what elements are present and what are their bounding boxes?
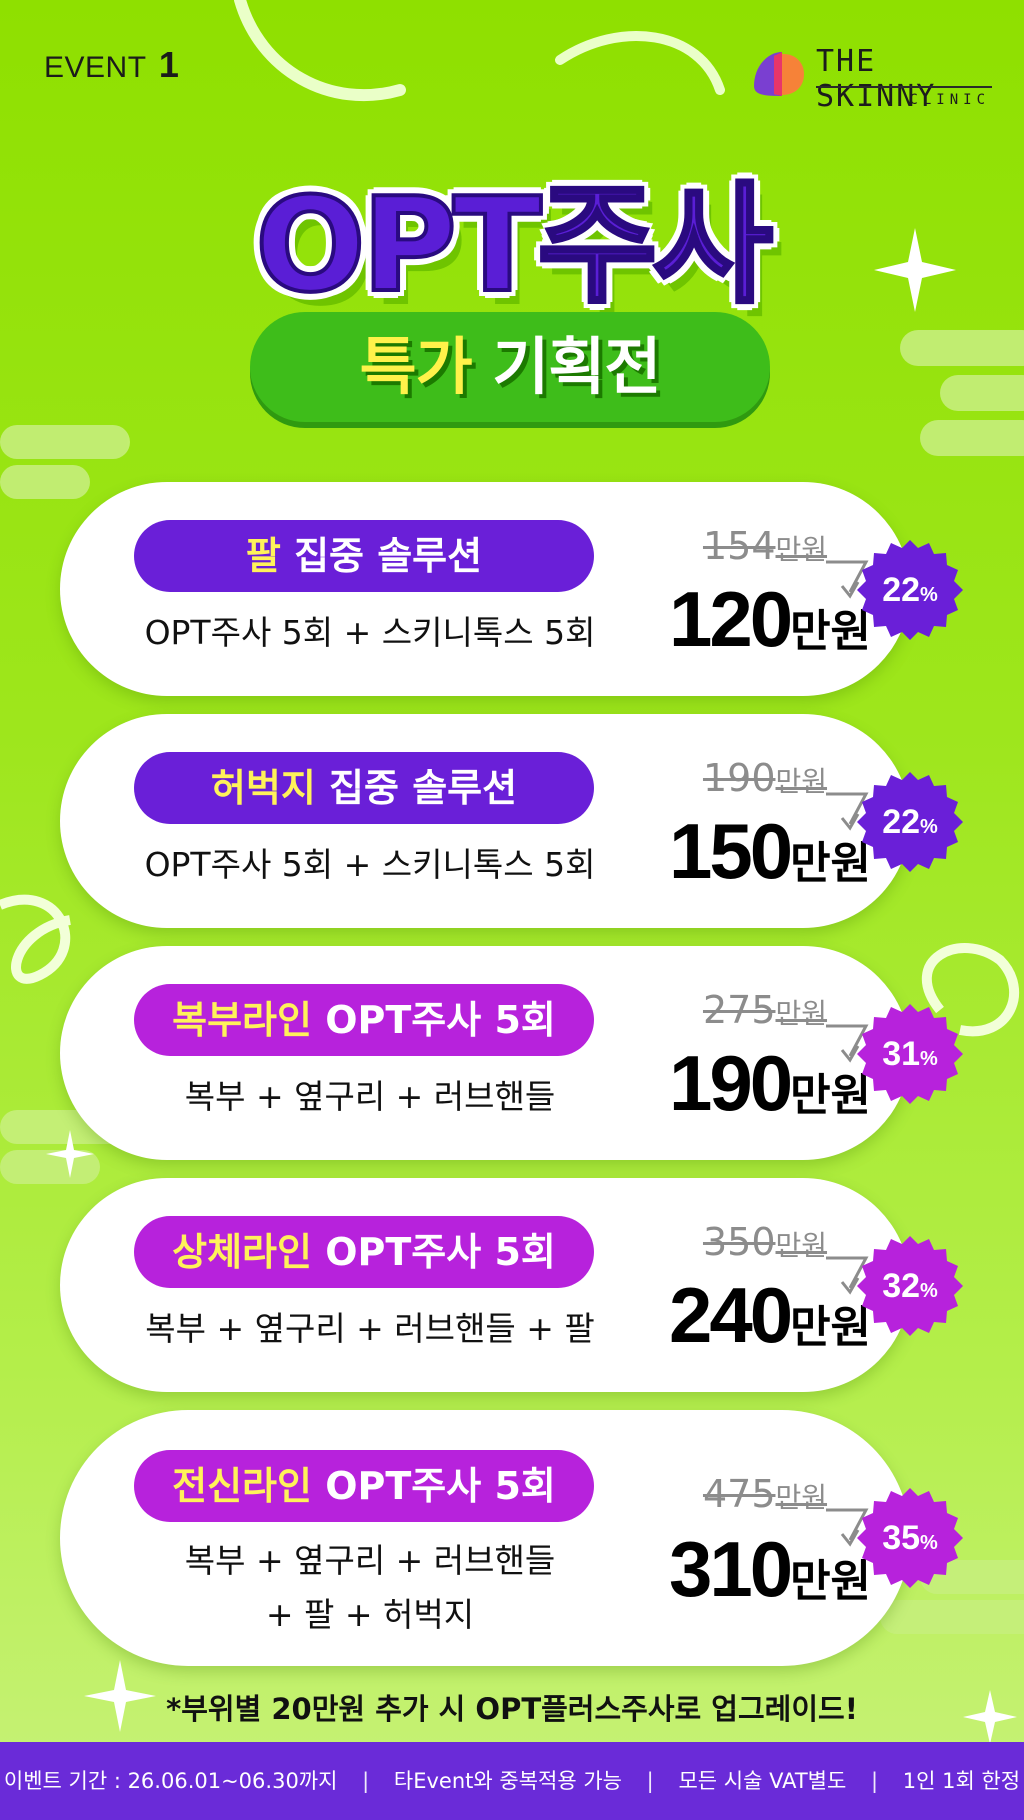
product-description-line: 복부 + 옆구리 + 러브핸들 + 팔: [145, 1309, 595, 1348]
product-description-line: OPT주사 5회 + 스키니톡스 5회: [144, 613, 596, 652]
discount-badge: 32%: [854, 1230, 966, 1342]
discount-unit: %: [920, 584, 938, 606]
product-description-line: OPT주사 5회 + 스키니톡스 5회: [144, 845, 596, 884]
product-description-line: 복부 + 옆구리 + 러브핸들: [184, 1077, 556, 1116]
footer-separator: |: [870, 1769, 879, 1793]
discount-badge: 22%: [854, 534, 966, 646]
discount-percent: 22%: [854, 766, 966, 878]
product-tag-rest: OPT주사 5회: [311, 1230, 556, 1274]
product-tag: 팔 집중 솔루션: [134, 520, 594, 592]
event-text: EVENT: [44, 51, 146, 84]
clinic-logo-icon: [754, 52, 804, 96]
product-description: 복부 + 옆구리 + 러브핸들 + 팔: [110, 1302, 630, 1356]
upgrade-note: *부위별 20만원 추가 시 OPT플러스주사로 업그레이드!: [166, 1692, 858, 1726]
product-tag: 허벅지 집중 솔루션: [134, 752, 594, 824]
product-tag-rest: OPT주사 5회: [311, 998, 556, 1042]
discount-unit: %: [920, 816, 938, 838]
discount-number: 22: [882, 571, 921, 609]
discount-percent: 32%: [854, 1230, 966, 1342]
subtitle-pill: 특가 기획전: [250, 312, 770, 422]
event-page: EVENT 1 THE SKINNY CLINIC OPT주사 특가 기획전 팔…: [0, 0, 1024, 1820]
discount-unit: %: [920, 1280, 938, 1302]
product-card-thigh[interactable]: 허벅지 집중 솔루션 OPT주사 5회 + 스키니톡스 5회 190만원 150…: [60, 714, 910, 928]
discount-percent: 35%: [854, 1482, 966, 1594]
product-tag-rest: 집중 솔루션: [315, 766, 518, 810]
sale-price-number: 150: [668, 807, 793, 895]
discount-unit: %: [920, 1532, 938, 1554]
original-price-number: 154: [702, 524, 776, 568]
product-card-arm[interactable]: 팔 집중 솔루션 OPT주사 5회 + 스키니톡스 5회 154만원 120만원: [60, 482, 910, 696]
event-label: EVENT 1: [44, 44, 179, 86]
product-card-full-body[interactable]: 전신라인 OPT주사 5회 복부 + 옆구리 + 러브핸들 + 팔 + 허벅지 …: [60, 1410, 910, 1666]
footer-duplicate: 타Event와 중복적용 가능: [393, 1769, 622, 1793]
main-title: OPT주사: [253, 167, 775, 323]
clinic-logo: THE SKINNY CLINIC: [748, 40, 998, 114]
product-tag-highlight: 전신라인: [172, 1464, 312, 1508]
sale-price-number: 310: [668, 1525, 793, 1613]
product-description-line: 복부 + 옆구리 + 러브핸들: [184, 1541, 556, 1580]
product-tag: 복부라인 OPT주사 5회: [134, 984, 594, 1056]
discount-badge: 35%: [854, 1482, 966, 1594]
product-tag-rest: OPT주사 5회: [311, 1464, 556, 1508]
product-description: 복부 + 옆구리 + 러브핸들: [110, 1070, 630, 1124]
logo-divider: [816, 86, 992, 88]
footer-bar: 이벤트 기간 : 26.06.01~06.30까지 | 타Event와 중복적용…: [0, 1742, 1024, 1820]
footer-period: 이벤트 기간 : 26.06.01~06.30까지: [3, 1769, 338, 1793]
subtitle-special: 특가: [359, 330, 473, 403]
discount-percent: 22%: [854, 534, 966, 646]
product-tag-highlight: 허벅지: [210, 766, 316, 810]
product-description: 복부 + 옆구리 + 러브핸들 + 팔 + 허벅지: [110, 1534, 630, 1642]
original-price-number: 190: [702, 756, 776, 800]
product-description: OPT주사 5회 + 스키니톡스 5회: [110, 838, 630, 892]
discount-number: 31: [882, 1035, 921, 1073]
product-tag-highlight: 복부라인: [172, 998, 312, 1042]
event-number: 1: [158, 44, 180, 85]
product-tag-highlight: 상체라인: [172, 1230, 312, 1274]
product-description-line: + 팔 + 허벅지: [265, 1595, 475, 1634]
product-tag-highlight: 팔: [245, 534, 281, 578]
discount-number: 22: [882, 803, 921, 841]
discount-number: 35: [882, 1519, 921, 1557]
product-card-abdomen[interactable]: 복부라인 OPT주사 5회 복부 + 옆구리 + 러브핸들 275만원 190만…: [60, 946, 910, 1160]
logo-sub: CLINIC: [909, 92, 990, 108]
discount-unit: %: [920, 1048, 938, 1070]
product-card-upper-body[interactable]: 상체라인 OPT주사 5회 복부 + 옆구리 + 러브핸들 + 팔 350만원 …: [60, 1178, 910, 1392]
product-description: OPT주사 5회 + 스키니톡스 5회: [110, 606, 630, 660]
sale-price-number: 190: [668, 1039, 793, 1127]
footer-vat: 모든 시술 VAT별도: [678, 1769, 847, 1793]
footer-limit: 1인 1회 한정: [902, 1769, 1021, 1793]
original-price-number: 475: [702, 1472, 776, 1516]
discount-percent: 31%: [854, 998, 966, 1110]
footer-separator: |: [362, 1769, 370, 1793]
sale-price-number: 120: [668, 575, 793, 663]
footer-separator: |: [646, 1769, 654, 1793]
discount-number: 32: [882, 1267, 921, 1305]
discount-badge: 31%: [854, 998, 966, 1110]
product-tag-rest: 집중 솔루션: [280, 534, 483, 578]
original-price-number: 275: [702, 988, 776, 1032]
sale-price-number: 240: [668, 1271, 793, 1359]
product-tag: 상체라인 OPT주사 5회: [134, 1216, 594, 1288]
subtitle-exhibition: 기획전: [492, 330, 661, 403]
original-price-number: 350: [702, 1220, 776, 1264]
discount-badge: 22%: [854, 766, 966, 878]
product-tag: 전신라인 OPT주사 5회: [134, 1450, 594, 1522]
